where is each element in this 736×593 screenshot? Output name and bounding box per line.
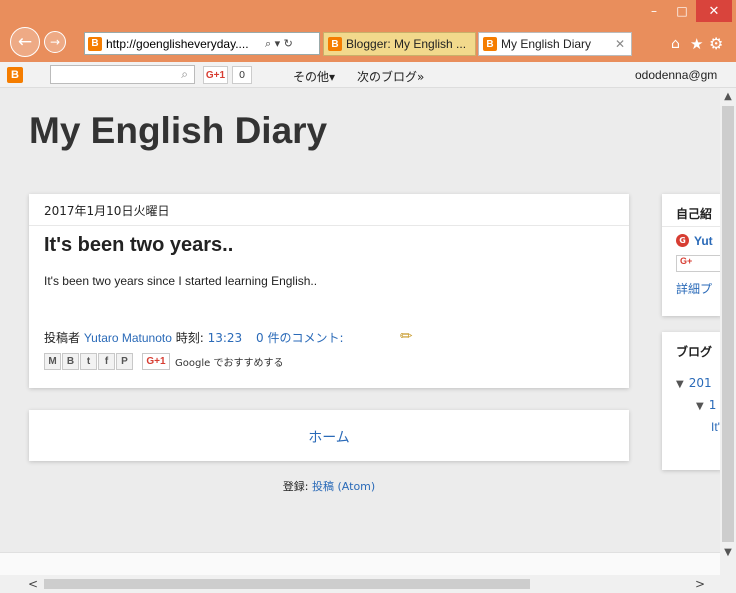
close-tab-icon[interactable]: ✕ — [615, 37, 625, 51]
blogger-favicon-icon: B — [88, 36, 102, 51]
share-row: M B t f P G+1 Google でおすすめする — [44, 353, 283, 370]
next-blog-link[interactable]: 次のブログ» — [357, 68, 424, 85]
scroll-right-icon[interactable]: > — [695, 577, 705, 591]
more-menu[interactable]: その他▾ — [293, 68, 335, 85]
browser-chrome: – □ ✕ ← → B http://goenglisheveryday....… — [0, 0, 736, 62]
search-icon[interactable]: ⌕ — [181, 67, 188, 82]
share-facebook-button[interactable]: f — [98, 353, 115, 370]
tab-blogger[interactable]: B Blogger: My English ... — [323, 32, 476, 56]
atom-feed-link[interactable]: 投稿 (Atom) — [312, 480, 375, 493]
scroll-down-icon[interactable]: ▼ — [720, 544, 736, 560]
share-pinterest-button[interactable]: P — [116, 353, 133, 370]
time-label: 時刻: — [175, 331, 204, 345]
blog-title[interactable]: My English Diary — [29, 110, 327, 152]
post-time-link[interactable]: 13:23 — [208, 331, 243, 345]
tab-label: Blogger: My English ... — [346, 37, 467, 51]
arrow-right-icon: → — [49, 35, 61, 49]
arrow-left-icon: ← — [17, 32, 33, 52]
maximize-button[interactable]: □ — [668, 0, 696, 22]
profile-name-link[interactable]: Yut — [694, 234, 713, 248]
home-card: ホーム — [29, 410, 629, 461]
user-account[interactable]: ododenna@gm — [635, 68, 717, 82]
post-date: 2017年1月10日火曜日 — [44, 204, 170, 218]
divider — [29, 225, 629, 226]
sidebar-profile: 自己紹 G Yut G+ 詳細プ — [662, 194, 720, 316]
author-link[interactable]: Yutaro Matunoto — [84, 331, 172, 345]
vertical-scroll-thumb[interactable] — [722, 106, 734, 542]
profile-details-link[interactable]: 詳細プ — [676, 280, 712, 297]
archive-post-link[interactable]: It' — [711, 420, 720, 434]
tab-label: My English Diary — [501, 37, 592, 51]
vertical-scrollbar[interactable]: ▲ ▼ — [720, 88, 736, 575]
home-icon[interactable]: ⌂ — [671, 36, 680, 52]
back-button[interactable]: ← — [10, 27, 40, 57]
page-bottom-band — [0, 552, 720, 575]
comments-link[interactable]: 0 件のコメント: — [256, 331, 344, 345]
horizontal-scrollbar[interactable]: < > — [0, 575, 736, 593]
home-link[interactable]: ホーム — [29, 427, 629, 447]
gplus-recommend-text: Google でおすすめする — [175, 358, 284, 369]
blogger-logo-icon[interactable]: B — [7, 67, 23, 83]
pencil-edit-icon[interactable]: ✏ — [400, 327, 413, 345]
share-email-button[interactable]: M — [44, 353, 61, 370]
share-blog-button[interactable]: B — [62, 353, 79, 370]
archive-title: ブログ — [676, 345, 713, 359]
tab-my-english-diary[interactable]: B My English Diary ✕ — [478, 32, 632, 56]
blogger-favicon-icon: B — [483, 37, 497, 51]
posted-by-label: 投稿者 — [44, 331, 81, 345]
scroll-left-icon[interactable]: < — [28, 577, 38, 591]
post-title[interactable]: It's been two years.. — [44, 234, 233, 257]
archive-month[interactable]: ▼ 1 — [696, 398, 716, 412]
page-viewport: My English Diary 2017年1月10日火曜日 It's been… — [0, 88, 720, 575]
star-icon[interactable]: ★ — [690, 35, 703, 53]
minimize-button[interactable]: – — [640, 0, 668, 22]
gplus-one-button[interactable]: G+1 — [203, 66, 228, 84]
blogger-navbar: B ⌕ G+1 0 その他▾ 次のブログ» ododenna@gm — [0, 62, 736, 88]
post-body: It's been two years since I started lear… — [44, 274, 318, 288]
address-bar[interactable]: B http://goenglisheveryday.... ⌕ ▾ ↻ — [84, 32, 320, 55]
profile-title: 自己紹 — [676, 207, 713, 221]
google-plus-icon: G — [676, 234, 689, 247]
scroll-up-icon[interactable]: ▲ — [720, 88, 736, 104]
address-text[interactable]: http://goenglisheveryday.... — [106, 37, 261, 51]
share-twitter-button[interactable]: t — [80, 353, 97, 370]
divider — [662, 226, 720, 227]
gplus-recommend-button[interactable]: G+1 — [142, 353, 170, 370]
gplus-count: 0 — [232, 66, 252, 84]
subscribe-line: 登録: 投稿 (Atom) — [0, 478, 658, 494]
address-actions-icon[interactable]: ⌕ ▾ ↻ — [265, 37, 293, 51]
triangle-down-icon: ▼ — [676, 379, 684, 390]
follow-button[interactable]: G+ — [676, 255, 720, 272]
post-card: 2017年1月10日火曜日 It's been two years.. It's… — [29, 194, 629, 388]
subscribe-label: 登録: — [282, 480, 309, 493]
archive-year[interactable]: ▼ 201 — [676, 376, 712, 390]
post-footer: 投稿者 Yutaro Matunoto 時刻: 13:23 0 件のコメント: — [44, 329, 344, 346]
triangle-down-icon: ▼ — [696, 401, 704, 412]
horizontal-scroll-thumb[interactable] — [44, 579, 530, 589]
forward-button[interactable]: → — [44, 31, 66, 53]
blogger-favicon-icon: B — [328, 37, 342, 51]
close-window-button[interactable]: ✕ — [696, 0, 732, 22]
blog-search-input[interactable]: ⌕ — [50, 65, 195, 84]
sidebar-archive: ブログ ▼ 201 ▼ 1 It' — [662, 332, 720, 470]
gear-icon[interactable]: ⚙ — [709, 34, 723, 53]
